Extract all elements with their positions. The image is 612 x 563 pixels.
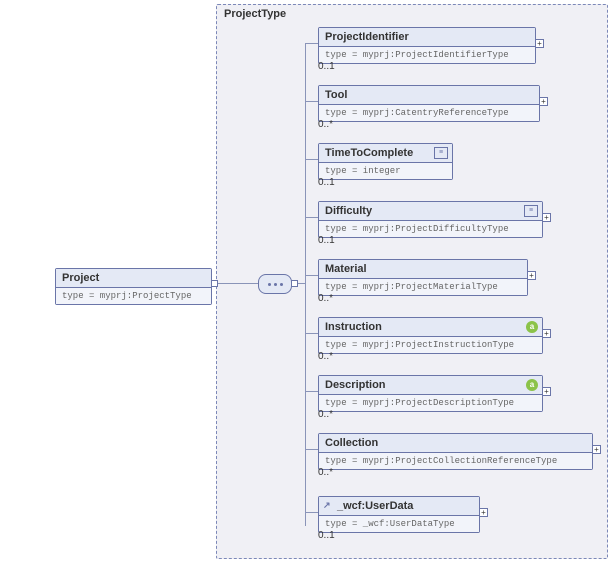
- element-collection[interactable]: Collection type = myprj:ProjectCollectio…: [318, 433, 593, 470]
- connector-child-0: [305, 43, 318, 44]
- element-description[interactable]: Description type = myprj:ProjectDescript…: [318, 375, 543, 412]
- element-name-project: Project: [56, 269, 211, 288]
- expand-btn-8[interactable]: +: [479, 508, 488, 517]
- cardinality-3: 0..1: [318, 235, 335, 246]
- element-name-5: Instruction: [319, 318, 542, 337]
- element-type-5: type = myprj:ProjectInstructionType: [319, 337, 542, 353]
- connector-child-7: [305, 449, 318, 450]
- element-instruction[interactable]: Instruction type = myprj:ProjectInstruct…: [318, 317, 543, 354]
- element-name-4: Material: [319, 260, 527, 279]
- cardinality-1: 0..*: [318, 119, 333, 130]
- connector-child-6: [305, 391, 318, 392]
- element-wcfuserdata[interactable]: ↗ _wcf:UserData type = _wcf:UserDataType: [318, 496, 480, 533]
- cardinality-5: 0..*: [318, 351, 333, 362]
- handle-project-right: [211, 280, 218, 287]
- element-type-8: type = _wcf:UserDataType: [319, 516, 479, 532]
- connector-project-seq: [218, 283, 258, 284]
- expand-btn-5[interactable]: +: [542, 329, 551, 338]
- element-type-4: type = myprj:ProjectMaterialType: [319, 279, 527, 295]
- expand-btn-3[interactable]: +: [542, 213, 551, 222]
- element-type-project: type = myprj:ProjectType: [56, 288, 211, 304]
- connector-child-5: [305, 333, 318, 334]
- connector-vertical-bus-fix: [305, 43, 306, 512]
- expand-btn-4[interactable]: +: [527, 271, 536, 280]
- element-material[interactable]: Material type = myprj:ProjectMaterialTyp…: [318, 259, 528, 296]
- element-projectidentifier[interactable]: ProjectIdentifier type = myprj:ProjectId…: [318, 27, 536, 64]
- element-name-0: ProjectIdentifier: [319, 28, 535, 47]
- element-name-6: Description: [319, 376, 542, 395]
- connector-child-8: [305, 512, 318, 513]
- attr-badge-5: a: [526, 321, 538, 333]
- element-project[interactable]: Project type = myprj:ProjectType: [55, 268, 212, 305]
- element-name-1: Tool: [319, 86, 539, 105]
- connector-child-3: [305, 217, 318, 218]
- element-timetocomplete[interactable]: TimeToComplete type = integer ≡: [318, 143, 453, 180]
- element-type-0: type = myprj:ProjectIdentifierType: [319, 47, 535, 63]
- complex-type-label: ProjectType: [224, 8, 286, 20]
- connector-child-2: [305, 159, 318, 160]
- sequence-compositor[interactable]: [258, 274, 292, 294]
- sequence-dots-icon: [268, 283, 283, 286]
- element-type-6: type = myprj:ProjectDescriptionType: [319, 395, 542, 411]
- element-tool[interactable]: Tool type = myprj:CatentryReferenceType: [318, 85, 540, 122]
- cardinality-7: 0..*: [318, 467, 333, 478]
- attr-badge-6: a: [526, 379, 538, 391]
- cardinality-8: 0..1: [318, 530, 335, 541]
- element-name-3: Difficulty: [319, 202, 542, 221]
- connector-child-1: [305, 101, 318, 102]
- element-name-7: Collection: [319, 434, 592, 453]
- element-name-8: ↗ _wcf:UserData: [319, 497, 479, 516]
- doc-icon-2: ≡: [434, 147, 448, 159]
- element-name-2: TimeToComplete: [319, 144, 452, 163]
- expand-btn-0[interactable]: +: [535, 39, 544, 48]
- connector-child-4: [305, 275, 318, 276]
- ref-arrow-icon: ↗: [323, 500, 331, 511]
- expand-btn-6[interactable]: +: [542, 387, 551, 396]
- expand-btn-7[interactable]: +: [592, 445, 601, 454]
- element-type-2: type = integer: [319, 163, 452, 179]
- cardinality-4: 0..*: [318, 293, 333, 304]
- cardinality-2: 0..1: [318, 177, 335, 188]
- element-type-7: type = myprj:ProjectCollectionReferenceT…: [319, 453, 592, 469]
- cardinality-0: 0..1: [318, 61, 335, 72]
- cardinality-6: 0..*: [318, 409, 333, 420]
- element-type-1: type = myprj:CatentryReferenceType: [319, 105, 539, 121]
- expand-btn-1[interactable]: +: [539, 97, 548, 106]
- element-name-8-text: _wcf:UserData: [337, 500, 413, 512]
- element-type-3: type = myprj:ProjectDifficultyType: [319, 221, 542, 237]
- element-difficulty[interactable]: Difficulty type = myprj:ProjectDifficult…: [318, 201, 543, 238]
- handle-seq-right: [291, 280, 298, 287]
- doc-icon-3: ≡: [524, 205, 538, 217]
